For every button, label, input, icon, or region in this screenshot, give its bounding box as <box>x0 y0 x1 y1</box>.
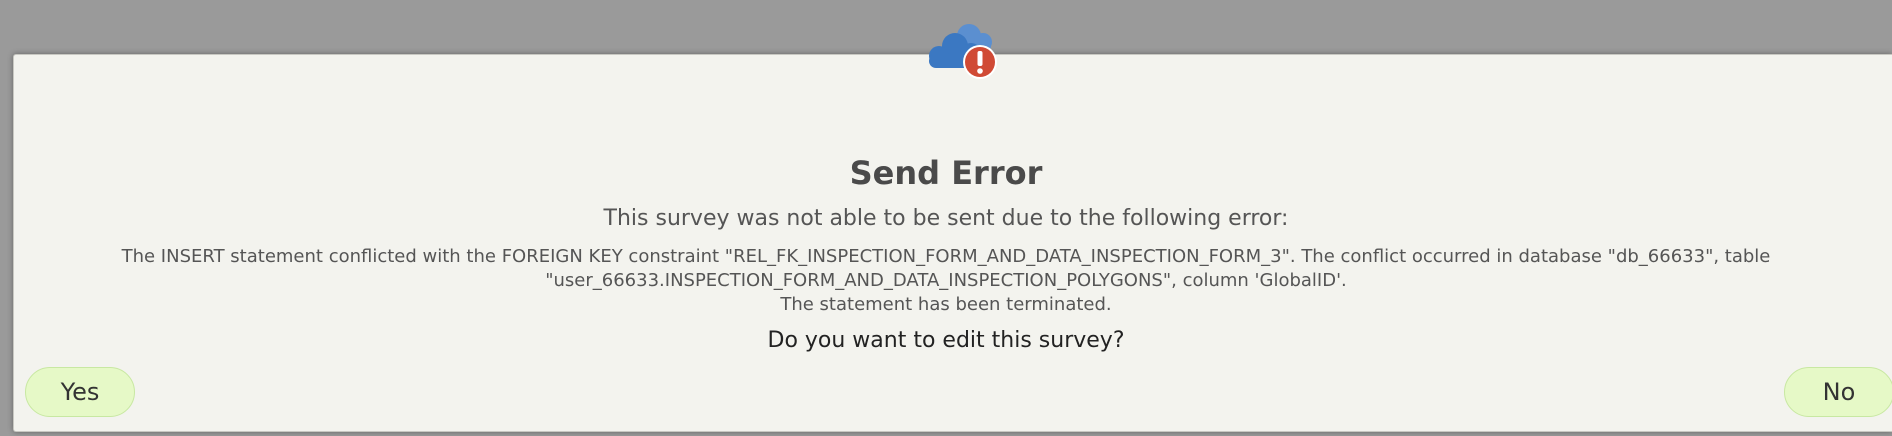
no-button[interactable]: No <box>1784 367 1892 417</box>
dialog-title: Send Error <box>849 154 1043 192</box>
error-message-line: The INSERT statement conflicted with the… <box>121 246 1771 291</box>
edit-question: Do you want to edit this survey? <box>767 328 1125 353</box>
error-message-line: The statement has been terminated. <box>780 294 1112 315</box>
error-message: The INSERT statement conflicted with the… <box>90 245 1802 317</box>
send-error-dialog <box>13 54 1892 432</box>
yes-button[interactable]: Yes <box>25 367 135 417</box>
cloud-error-icon <box>925 20 1003 82</box>
dialog-subtitle: This survey was not able to be sent due … <box>603 206 1289 231</box>
